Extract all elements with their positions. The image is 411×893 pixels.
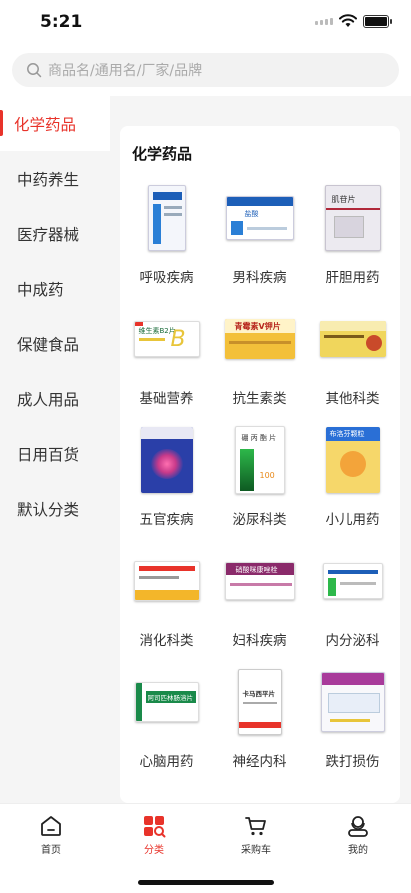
tab-home[interactable]: 首页 <box>16 814 86 856</box>
sidebar-item-chinese-patent-medicine[interactable]: 中成药 <box>0 261 110 316</box>
category-label: 内分泌科 <box>325 633 380 649</box>
status-icons <box>315 14 392 28</box>
category-label: 男科疾病 <box>232 270 287 286</box>
box-text: 硝酸咪康唑栓 <box>235 566 278 574</box>
category-sidebar: 化学药品 中药养生 医疗器械 中成药 保健食品 成人用品 日用百货 默认分类 <box>0 96 110 803</box>
search-input[interactable]: 商品名/通用名/厂家/品牌 <box>12 53 399 87</box>
category-item[interactable]: 阿司匹林肠溶片 心脑用药 <box>120 662 213 783</box>
category-item[interactable]: 硼 丙 酯 片 100 泌尿科类 <box>213 420 306 541</box>
product-image: 硝酸咪康唑栓 <box>224 545 296 617</box>
tab-label: 分类 <box>144 845 164 856</box>
tab-label: 我的 <box>348 845 368 856</box>
status-bar: 5:21 <box>0 0 411 44</box>
search-icon <box>27 63 42 78</box>
category-icon <box>144 816 166 838</box>
tab-cart[interactable]: 采购车 <box>221 814 291 856</box>
category-grid: 呼吸疾病 盐酸 男科疾病 肌苷片 肝胆用药 维生素B2片 B 基础营养 青霉素V… <box>120 178 400 783</box>
category-label: 肝胆用药 <box>325 270 380 286</box>
category-item[interactable]: 卡马西平片 神经内科 <box>213 662 306 783</box>
profile-icon <box>348 816 368 837</box>
category-label: 心脑用药 <box>139 754 194 770</box>
product-image: 卡马西平片 <box>224 666 296 738</box>
category-label: 抗生素类 <box>232 391 287 407</box>
search-area: 商品名/通用名/厂家/品牌 <box>0 44 411 96</box>
content-title: 化学药品 <box>132 145 193 163</box>
box-text: 阿司匹林肠溶片 <box>147 694 194 702</box>
box-text: 卡马西平片 <box>242 690 276 698</box>
category-label: 五官疾病 <box>139 512 194 528</box>
sidebar-item-daily-goods[interactable]: 日用百货 <box>0 426 110 481</box>
category-item[interactable]: 肌苷片 肝胆用药 <box>306 178 399 299</box>
product-image <box>131 424 203 496</box>
signal-icon <box>315 17 333 25</box>
bottom-tab-bar: 首页 分类 采购车 我的 <box>0 803 411 893</box>
search-placeholder: 商品名/通用名/厂家/品牌 <box>48 63 203 79</box>
product-image: 布洛芬颗粒 <box>317 424 389 496</box>
product-image <box>317 666 389 738</box>
category-item[interactable]: 消化科类 <box>120 541 213 662</box>
tab-profile[interactable]: 我的 <box>323 814 393 856</box>
category-item[interactable]: 跌打损伤 <box>306 662 399 783</box>
home-icon <box>41 816 61 836</box>
product-image: 阿司匹林肠溶片 <box>131 666 203 738</box>
category-label: 基础营养 <box>139 391 194 407</box>
product-image: 维生素B2片 B <box>131 303 203 375</box>
status-time: 5:21 <box>40 12 83 32</box>
product-image: 肌苷片 <box>317 182 389 254</box>
category-content: 化学药品 呼吸疾病 盐酸 男科疾病 肌苷片 肝胆用药 维生素B2片 B 基础营养… <box>120 126 400 803</box>
product-image: 盐酸 <box>224 182 296 254</box>
battery-icon <box>363 14 392 28</box>
category-label: 小儿用药 <box>325 512 380 528</box>
category-item[interactable]: 盐酸 男科疾病 <box>213 178 306 299</box>
box-text: 肌苷片 <box>331 195 356 204</box>
tab-label: 采购车 <box>241 845 271 856</box>
box-text: 布洛芬颗粒 <box>329 430 365 438</box>
sidebar-item-chemical-drugs[interactable]: 化学药品 <box>0 96 110 151</box>
category-item[interactable]: 维生素B2片 B 基础营养 <box>120 299 213 420</box>
sidebar-item-adult-products[interactable]: 成人用品 <box>0 371 110 426</box>
sidebar-item-tcm-health[interactable]: 中药养生 <box>0 151 110 206</box>
product-image <box>131 182 203 254</box>
category-item[interactable]: 硝酸咪康唑栓 妇科疾病 <box>213 541 306 662</box>
box-text: 盐酸 <box>244 210 259 218</box>
category-item[interactable]: 呼吸疾病 <box>120 178 213 299</box>
sidebar-item-medical-devices[interactable]: 医疗器械 <box>0 206 110 261</box>
cart-icon <box>245 817 266 836</box>
category-label: 泌尿科类 <box>232 512 287 528</box>
product-image: 青霉素V钾片 <box>224 303 296 375</box>
category-item[interactable]: 布洛芬颗粒 小儿用药 <box>306 420 399 541</box>
box-text: 硼 丙 酯 片 <box>241 434 277 442</box>
category-item[interactable]: 青霉素V钾片 抗生素类 <box>213 299 306 420</box>
tab-label: 首页 <box>41 845 61 856</box>
sidebar-item-health-food[interactable]: 保健食品 <box>0 316 110 371</box>
box-text: 青霉素V钾片 <box>234 322 281 331</box>
product-image <box>317 545 389 617</box>
category-label: 消化科类 <box>139 633 194 649</box>
category-label: 神经内科 <box>232 754 287 770</box>
sidebar-item-default[interactable]: 默认分类 <box>0 481 110 536</box>
category-item[interactable]: 五官疾病 <box>120 420 213 541</box>
category-item[interactable]: 内分泌科 <box>306 541 399 662</box>
wifi-icon <box>339 14 357 27</box>
category-label: 其他科类 <box>325 391 380 407</box>
product-image: 硼 丙 酯 片 100 <box>224 424 296 496</box>
category-item[interactable]: 其他科类 <box>306 299 399 420</box>
category-label: 妇科疾病 <box>232 633 287 649</box>
product-image <box>131 545 203 617</box>
home-indicator <box>138 880 274 885</box>
tab-category[interactable]: 分类 <box>119 814 189 856</box>
product-image <box>317 303 389 375</box>
category-label: 跌打损伤 <box>325 754 380 770</box>
category-label: 呼吸疾病 <box>139 270 194 286</box>
